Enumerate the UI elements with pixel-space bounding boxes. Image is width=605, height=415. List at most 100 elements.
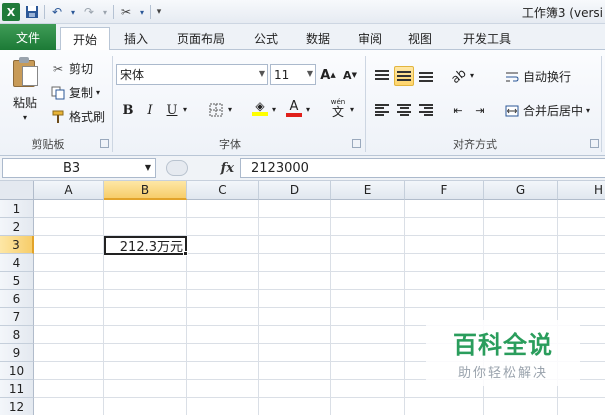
tab-file[interactable]: 文件 <box>0 24 56 50</box>
row-header-3[interactable]: 3 <box>0 236 34 254</box>
column-header-h[interactable]: H <box>558 181 605 200</box>
chevron-down-icon[interactable]: ▾ <box>228 105 232 114</box>
align-center-icon <box>397 104 411 116</box>
chevron-down-icon[interactable]: ▼ <box>145 163 151 172</box>
shrink-font-button[interactable]: A ▼ <box>340 65 360 85</box>
excel-logo-icon[interactable]: X <box>2 3 20 21</box>
formula-controls: fx <box>160 158 240 178</box>
align-top-button[interactable] <box>372 66 392 86</box>
column-header-a[interactable]: A <box>34 181 104 200</box>
title-bar: X ↶ ▾ ↷ ▾ ✂ ▾ ▾ 工作簿3 (versi <box>0 0 605 24</box>
font-name-select[interactable]: 宋体 ▼ <box>116 64 268 85</box>
cut-button[interactable]: ✂ 剪切 <box>50 60 93 77</box>
chevron-down-icon[interactable]: ▾ <box>101 4 109 20</box>
orientation-button[interactable]: ab <box>448 66 468 86</box>
column-header-f[interactable]: F <box>405 181 484 200</box>
active-cell-b3[interactable]: 212.3万元 <box>104 236 187 255</box>
align-bottom-icon <box>419 70 433 82</box>
row-header-5[interactable]: 5 <box>0 272 34 290</box>
gridline-horizontal <box>34 397 605 398</box>
row-header-4[interactable]: 4 <box>0 254 34 272</box>
undo-icon[interactable]: ↶ <box>49 4 65 20</box>
font-size-select[interactable]: 11 ▼ <box>270 64 316 85</box>
column-header-c[interactable]: C <box>187 181 259 200</box>
align-center-button[interactable] <box>394 100 414 120</box>
chevron-down-icon[interactable]: ▾ <box>183 105 187 114</box>
bold-button[interactable]: B <box>118 100 138 120</box>
chevron-down-icon[interactable]: ▾ <box>350 105 354 114</box>
paste-button[interactable]: 粘贴 ▾ <box>8 56 42 122</box>
redo-icon[interactable]: ↷ <box>81 4 97 20</box>
column-header-e[interactable]: E <box>331 181 405 200</box>
formula-input[interactable]: 2123000 <box>240 158 605 178</box>
phonetic-guide-button[interactable]: wén 文 <box>326 98 350 118</box>
name-box[interactable]: B3 ▼ <box>2 158 156 178</box>
align-top-icon <box>375 70 389 82</box>
watermark-sub: 助你轻松解决 <box>457 366 548 381</box>
chevron-down-icon[interactable]: ▾ <box>69 4 77 20</box>
tab-review[interactable]: 审阅 <box>348 27 392 50</box>
tab-page-layout[interactable]: 页面布局 <box>168 27 234 50</box>
row-header-8[interactable]: 8 <box>0 326 34 344</box>
customize-tool-icon[interactable]: ✂ <box>118 4 134 20</box>
font-dialog-launcher-icon[interactable] <box>352 139 361 148</box>
column-header-g[interactable]: G <box>484 181 558 200</box>
format-painter-button[interactable]: 格式刷 <box>50 108 105 125</box>
align-right-button[interactable] <box>416 100 436 120</box>
row-header-12[interactable]: 12 <box>0 398 34 415</box>
copy-button[interactable]: 复制 ▾ <box>50 84 100 101</box>
group-separator <box>365 56 366 152</box>
align-middle-button[interactable] <box>394 66 414 86</box>
grow-font-icon: A <box>320 67 331 83</box>
chevron-down-icon[interactable]: ▾ <box>306 105 310 114</box>
chevron-down-icon[interactable]: ▾ <box>23 113 27 122</box>
row-header-2[interactable]: 2 <box>0 218 34 236</box>
grow-font-button[interactable]: A ▲ <box>318 65 338 85</box>
clipboard-dialog-launcher-icon[interactable] <box>100 139 109 148</box>
row-header-1[interactable]: 1 <box>0 200 34 218</box>
decrease-indent-button[interactable]: ⇤ <box>448 100 468 120</box>
chevron-down-icon[interactable]: ▾ <box>272 105 276 114</box>
font-color-button[interactable]: A <box>284 98 304 118</box>
tab-developer[interactable]: 开发工具 <box>454 27 520 50</box>
column-header-b[interactable]: B <box>104 181 187 200</box>
tab-formulas[interactable]: 公式 <box>244 27 288 50</box>
insert-function-icon[interactable]: fx <box>221 161 234 176</box>
row-header-11[interactable]: 11 <box>0 380 34 398</box>
align-bottom-button[interactable] <box>416 66 436 86</box>
customize-qat-icon[interactable]: ▾ <box>155 4 163 20</box>
save-icon[interactable] <box>24 4 40 20</box>
tab-home[interactable]: 开始 <box>60 27 110 51</box>
fill-color-button[interactable]: ◈ <box>250 98 270 118</box>
quick-access-toolbar: X ↶ ▾ ↷ ▾ ✂ ▾ ▾ <box>2 2 163 22</box>
borders-button[interactable] <box>206 100 226 120</box>
tab-view[interactable]: 视图 <box>398 27 442 50</box>
align-left-button[interactable] <box>372 100 392 120</box>
select-all-corner[interactable] <box>0 181 34 200</box>
chevron-down-icon[interactable]: ▾ <box>96 88 100 97</box>
wrap-text-button[interactable]: 自动换行 <box>504 68 571 85</box>
align-left-icon <box>375 104 389 116</box>
row-header-6[interactable]: 6 <box>0 290 34 308</box>
row-header-10[interactable]: 10 <box>0 362 34 380</box>
fill-handle[interactable] <box>183 251 188 256</box>
italic-button[interactable]: I <box>140 100 160 120</box>
column-header-d[interactable]: D <box>259 181 331 200</box>
chevron-down-icon[interactable]: ▾ <box>470 71 474 80</box>
fill-color-swatch <box>252 112 268 116</box>
chevron-down-icon[interactable]: ▾ <box>138 4 146 20</box>
tab-insert[interactable]: 插入 <box>114 27 158 50</box>
merge-center-button[interactable]: 合并后居中 ▾ <box>504 102 590 119</box>
alignment-dialog-launcher-icon[interactable] <box>590 139 599 148</box>
underline-button[interactable]: U <box>162 100 182 120</box>
row-header-7[interactable]: 7 <box>0 308 34 326</box>
tab-data[interactable]: 数据 <box>296 27 340 50</box>
row-header-9[interactable]: 9 <box>0 344 34 362</box>
merge-center-label: 合并后居中 <box>523 104 584 118</box>
formula-bar-grip[interactable] <box>166 160 188 176</box>
borders-icon <box>209 103 223 117</box>
chevron-down-icon[interactable]: ▾ <box>586 106 590 115</box>
increase-indent-button[interactable]: ⇥ <box>470 100 490 120</box>
gridline-horizontal <box>34 289 605 290</box>
copy-icon <box>50 85 66 101</box>
